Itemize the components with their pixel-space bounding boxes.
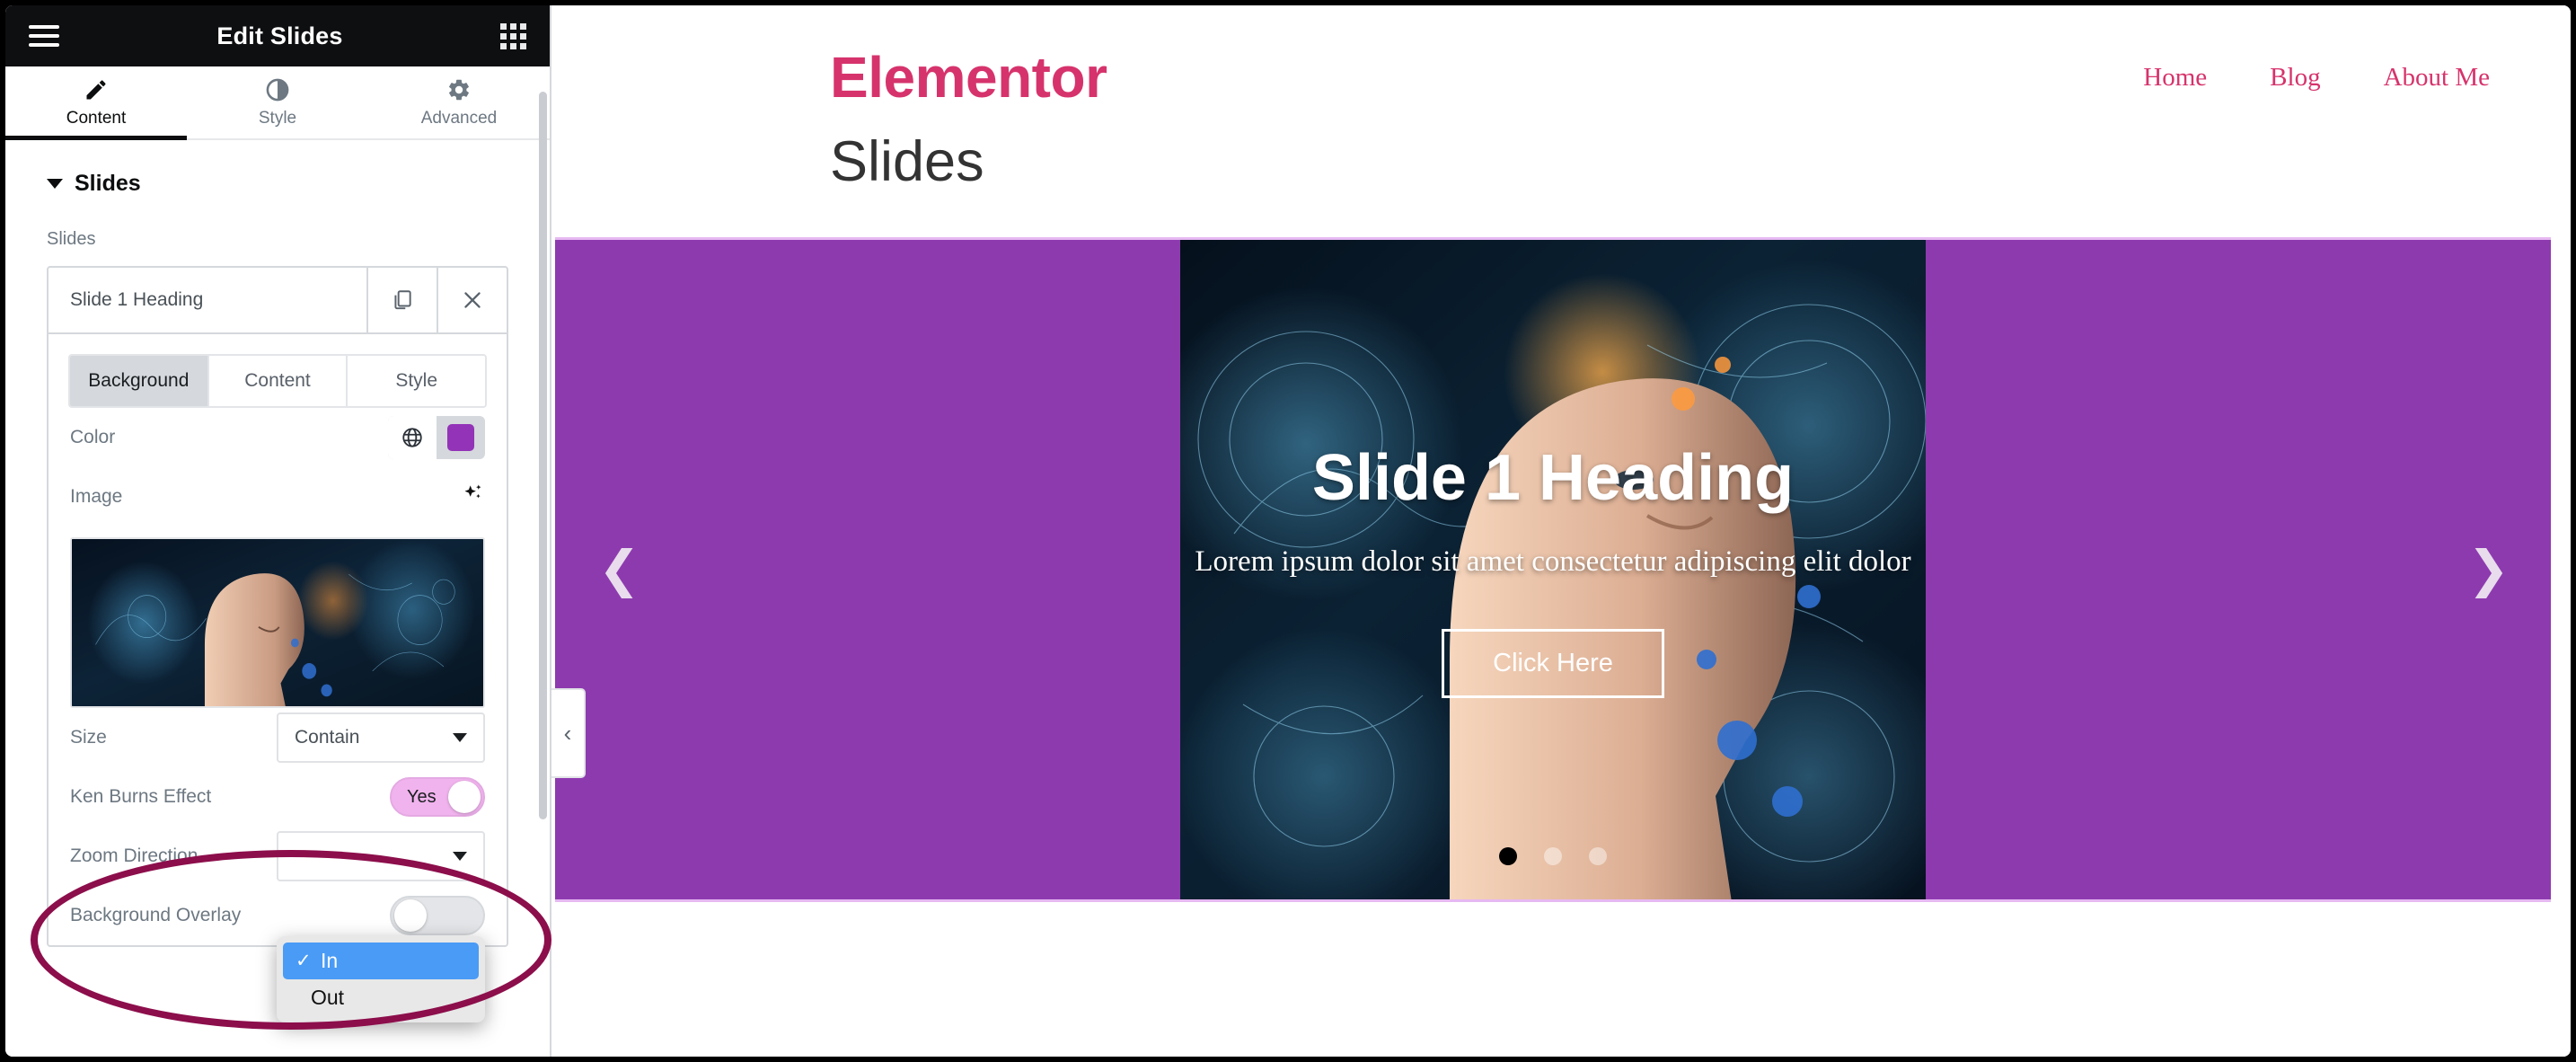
zoom-direction-row: Zoom Direction	[49, 827, 507, 886]
tab-content-label: Content	[66, 108, 127, 128]
slider-pagination	[1499, 847, 1607, 865]
repeater-item-row: Slide 1 Heading	[49, 268, 507, 334]
pagination-dot[interactable]	[1499, 847, 1517, 865]
subtab-background[interactable]: Background	[70, 356, 209, 406]
grid-apps-icon[interactable]	[500, 22, 526, 49]
sparkle-icon[interactable]	[461, 482, 485, 511]
tab-content[interactable]: Content	[5, 66, 187, 140]
background-overlay-toggle[interactable]	[390, 896, 485, 935]
chevron-down-icon	[453, 733, 467, 742]
chevron-down-icon	[47, 179, 63, 189]
hamburger-menu-icon[interactable]	[29, 25, 59, 47]
page-title: Slides	[830, 130, 984, 193]
slides-field-label: Slides	[47, 229, 96, 249]
tab-advanced[interactable]: Advanced	[368, 66, 550, 138]
slides-repeater: Slide 1 Heading Background Content Style…	[47, 266, 508, 947]
chevron-right-icon[interactable]: ❯	[2467, 541, 2510, 599]
tab-style-label: Style	[258, 108, 297, 128]
dropdown-option-in[interactable]: ✓ In	[283, 943, 479, 979]
panel-scrollbar[interactable]	[539, 92, 547, 819]
section-title: Slides	[75, 171, 141, 196]
pencil-icon	[84, 77, 109, 102]
toggle-knob	[394, 899, 427, 932]
slide-heading: Slide 1 Heading	[1311, 442, 1795, 514]
size-select[interactable]: Contain	[277, 712, 485, 763]
panel-header: Edit Slides	[5, 5, 550, 66]
contrast-icon	[265, 77, 290, 102]
image-row: Image	[49, 467, 507, 527]
slide-subtabs: Background Content Style	[68, 354, 487, 408]
background-overlay-label: Background Overlay	[70, 905, 242, 925]
repeater-item-title[interactable]: Slide 1 Heading	[49, 268, 366, 332]
image-preview[interactable]	[70, 537, 485, 708]
slide-description: Lorem ipsum dolor sit amet consectetur a…	[1195, 545, 1911, 578]
site-nav: Home Blog About Me	[2143, 63, 2490, 93]
copy-icon[interactable]	[366, 268, 437, 332]
nav-item-home[interactable]: Home	[2143, 63, 2207, 93]
image-label: Image	[70, 486, 123, 507]
dropdown-option-in-label: In	[321, 949, 339, 972]
chevron-down-icon	[453, 852, 467, 861]
size-label: Size	[70, 727, 107, 748]
color-swatch	[447, 424, 474, 451]
subtab-style[interactable]: Style	[348, 356, 485, 406]
gear-icon	[446, 77, 472, 102]
dropdown-option-out[interactable]: Out	[277, 979, 485, 1016]
subtab-content[interactable]: Content	[208, 356, 348, 406]
close-icon[interactable]	[437, 268, 507, 332]
slide-content: Slide 1 Heading Lorem ipsum dolor sit am…	[555, 240, 2551, 899]
nav-item-about-me[interactable]: About Me	[2384, 63, 2490, 93]
tab-advanced-label: Advanced	[420, 108, 498, 128]
chevron-left-icon[interactable]: ❮	[598, 541, 640, 599]
ken-burns-toggle[interactable]: Yes	[390, 777, 485, 817]
pagination-dot[interactable]	[1589, 847, 1607, 865]
slide-cta-button[interactable]: Click Here	[1442, 629, 1664, 698]
panel-tabs: Content Style Advanced	[5, 66, 550, 140]
zoom-direction-dropdown: ✓ In Out	[277, 936, 485, 1022]
check-icon: ✓	[296, 951, 312, 971]
ken-burns-row: Ken Burns Effect Yes	[49, 767, 507, 827]
slides-widget: Slide 1 Heading Lorem ipsum dolor sit am…	[555, 237, 2551, 902]
panel-body: Slides Slides Slide 1 Heading Background…	[5, 140, 550, 1057]
editor-panel: Edit Slides Content Style Advanced Slide…	[5, 5, 551, 1057]
color-swatch-button[interactable]	[437, 416, 485, 459]
preview-canvas: Elementor Home Blog About Me Slides Slid…	[551, 5, 2571, 1057]
zoom-direction-label: Zoom Direction	[70, 845, 198, 866]
ken-burns-label: Ken Burns Effect	[70, 786, 212, 807]
nav-item-blog[interactable]: Blog	[2270, 63, 2320, 93]
ken-burns-value: Yes	[407, 786, 437, 807]
pagination-dot[interactable]	[1544, 847, 1562, 865]
color-row: Color	[49, 408, 507, 467]
color-control	[388, 416, 485, 459]
zoom-direction-select[interactable]	[277, 831, 485, 881]
slides-section-header[interactable]: Slides	[5, 140, 550, 197]
toggle-knob	[448, 781, 481, 813]
globe-icon[interactable]	[388, 416, 437, 459]
size-row: Size Contain	[49, 708, 507, 767]
dropdown-option-out-label: Out	[311, 986, 345, 1009]
site-header: Elementor Home Blog About Me	[551, 5, 2571, 122]
tab-style[interactable]: Style	[187, 66, 368, 138]
panel-collapse-handle[interactable]: ‹	[551, 688, 586, 778]
editor-screen: Edit Slides Content Style Advanced Slide…	[0, 0, 2576, 1062]
site-logo[interactable]: Elementor	[830, 44, 1107, 111]
size-select-value: Contain	[295, 727, 360, 748]
color-label: Color	[70, 427, 116, 447]
panel-title: Edit Slides	[216, 22, 343, 49]
